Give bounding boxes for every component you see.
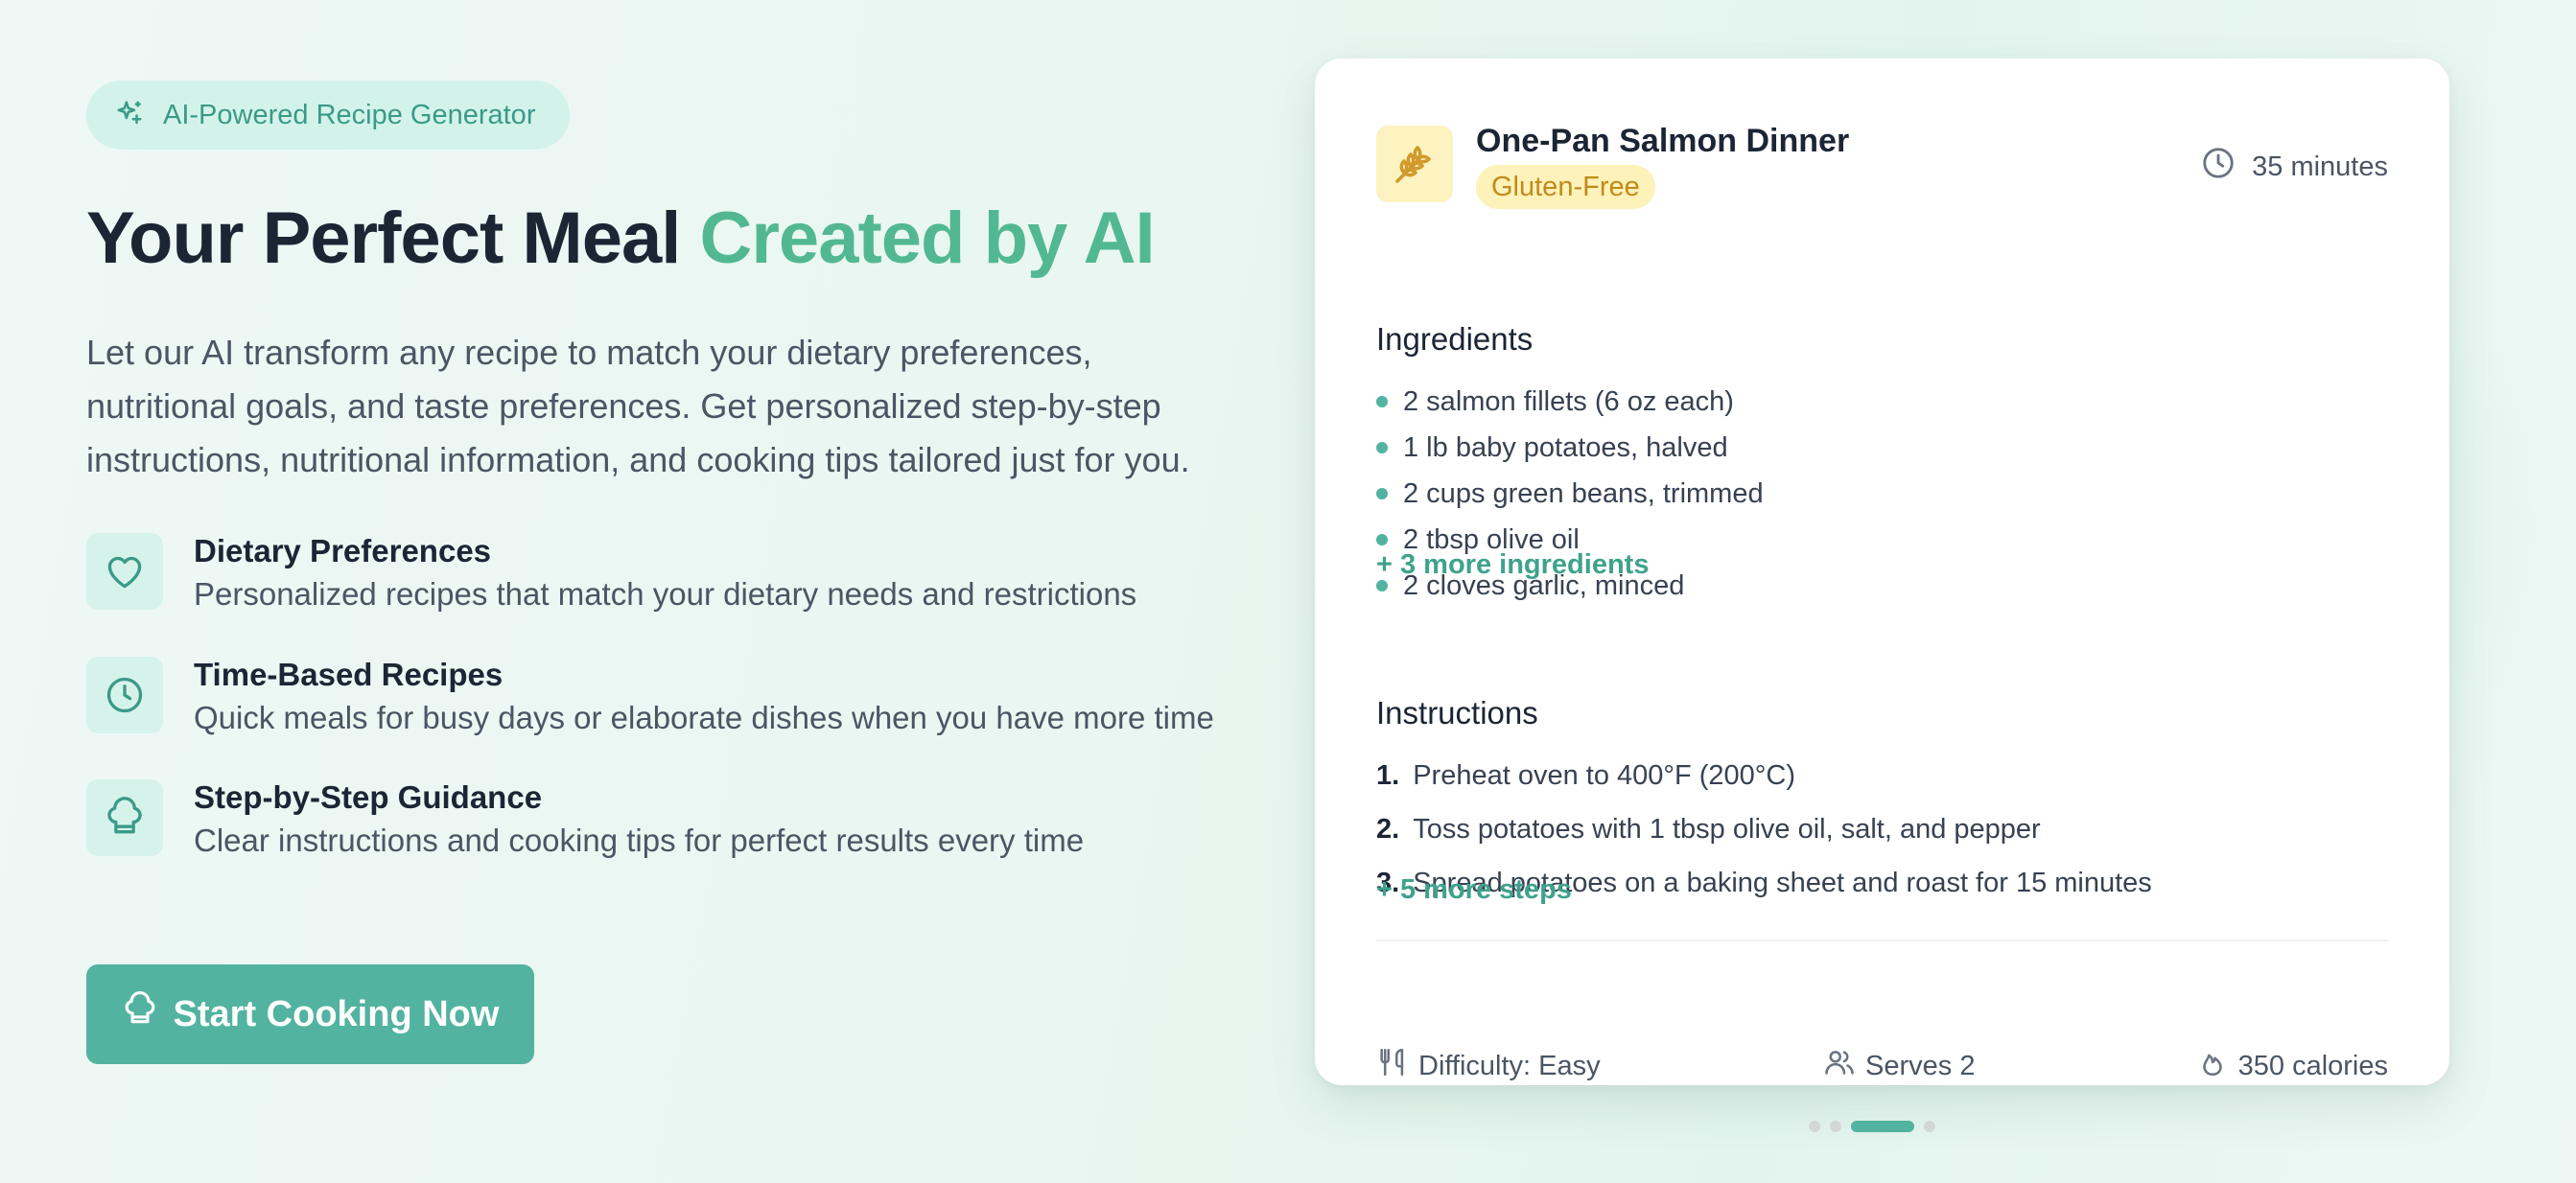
ingredient-text: 2 salmon fillets (6 oz each) xyxy=(1403,385,1734,417)
serves-label: Serves 2 xyxy=(1865,1050,1976,1081)
instruction-step: 1. Preheat oven to 400°F (200°C) xyxy=(1376,749,2152,802)
users-icon xyxy=(1823,1046,1856,1086)
feature-time-based-recipes: Time-Based Recipes Quick meals for busy … xyxy=(86,657,1237,735)
difficulty-info: Difficulty: Easy xyxy=(1376,1046,1601,1086)
ai-badge: AI-Powered Recipe Generator xyxy=(86,81,570,150)
ingredient-text: 2 cups green beans, trimmed xyxy=(1403,477,1764,509)
step-text: Preheat oven to 400°F (200°C) xyxy=(1413,759,1795,791)
cook-time: 35 minutes xyxy=(2200,145,2388,189)
headline-accent: Created by AI xyxy=(699,197,1155,279)
feature-description: Personalized recipes that match your die… xyxy=(194,576,1137,612)
more-steps-link[interactable]: + 5 more steps xyxy=(1376,874,1572,906)
ingredient-item: 2 cups green beans, trimmed xyxy=(1376,471,1764,517)
carousel-pagination xyxy=(1809,1121,1935,1132)
utensils-icon xyxy=(1376,1046,1409,1086)
feature-dietary-preferences: Dietary Preferences Personalized recipes… xyxy=(86,533,1237,612)
step-text: Toss potatoes with 1 tbsp olive oil, sal… xyxy=(1413,813,2041,845)
step-number: 1. xyxy=(1376,759,1400,791)
start-cooking-label: Start Cooking Now xyxy=(173,993,500,1034)
carousel-dot-active[interactable] xyxy=(1851,1121,1914,1132)
instruction-step: 2. Toss potatoes with 1 tbsp olive oil, s… xyxy=(1376,802,2152,856)
chef-hat-icon xyxy=(122,991,158,1037)
card-divider xyxy=(1376,939,2388,941)
hero-intro: Let our AI transform any recipe to match… xyxy=(86,333,1190,479)
wheat-icon xyxy=(1376,126,1453,202)
carousel-dot[interactable] xyxy=(1924,1121,1935,1132)
feature-title: Step-by-Step Guidance xyxy=(194,779,543,815)
ingredient-item: 1 lb baby potatoes, halved xyxy=(1376,425,1764,471)
step-number: 2. xyxy=(1376,813,1400,845)
chef-hat-icon xyxy=(86,779,163,856)
recipe-title: One-Pan Salmon Dinner xyxy=(1476,123,1850,159)
calories-info: 350 calories xyxy=(2196,1046,2388,1086)
headline-main: Your Perfect Meal xyxy=(86,197,700,279)
difficulty-label: Difficulty: Easy xyxy=(1418,1050,1601,1081)
bullet-dot xyxy=(1376,534,1388,545)
bullet-dot xyxy=(1376,488,1388,499)
calories-label: 350 calories xyxy=(2237,1050,2388,1081)
ai-badge-label: AI-Powered Recipe Generator xyxy=(163,99,536,130)
feature-description: Quick meals for busy days or elaborate d… xyxy=(194,700,1214,735)
carousel-dot[interactable] xyxy=(1809,1121,1820,1132)
bullet-dot xyxy=(1376,580,1388,592)
recipe-card: One-Pan Salmon Dinner Gluten-Free 35 min… xyxy=(1315,58,2449,1085)
feature-title: Dietary Preferences xyxy=(194,533,492,568)
ingredient-text: 1 lb baby potatoes, halved xyxy=(1403,431,1728,463)
hero-headline: Your Perfect Meal Created by AI xyxy=(86,197,1156,280)
sparkles-icon xyxy=(115,99,144,132)
ingredient-item: 2 salmon fillets (6 oz each) xyxy=(1376,379,1764,425)
clock-icon xyxy=(2200,145,2236,189)
instructions-heading: Instructions xyxy=(1376,695,1538,731)
bullet-dot xyxy=(1376,396,1388,407)
feature-description: Clear instructions and cooking tips for … xyxy=(194,823,1085,858)
cook-time-label: 35 minutes xyxy=(2252,151,2388,182)
bullet-dot xyxy=(1376,442,1388,453)
start-cooking-button[interactable]: Start Cooking Now xyxy=(86,964,534,1064)
clock-icon xyxy=(86,657,163,733)
heart-icon xyxy=(86,533,163,610)
feature-title: Time-Based Recipes xyxy=(194,657,503,692)
feature-step-by-step-guidance: Step-by-Step Guidance Clear instructions… xyxy=(86,779,1237,858)
diet-badge: Gluten-Free xyxy=(1476,165,1655,209)
flame-icon xyxy=(2196,1046,2229,1086)
more-ingredients-link[interactable]: + 3 more ingredients xyxy=(1376,549,1649,581)
carousel-dot[interactable] xyxy=(1830,1121,1841,1132)
ingredients-heading: Ingredients xyxy=(1376,321,1534,357)
serves-info: Serves 2 xyxy=(1823,1046,1975,1086)
